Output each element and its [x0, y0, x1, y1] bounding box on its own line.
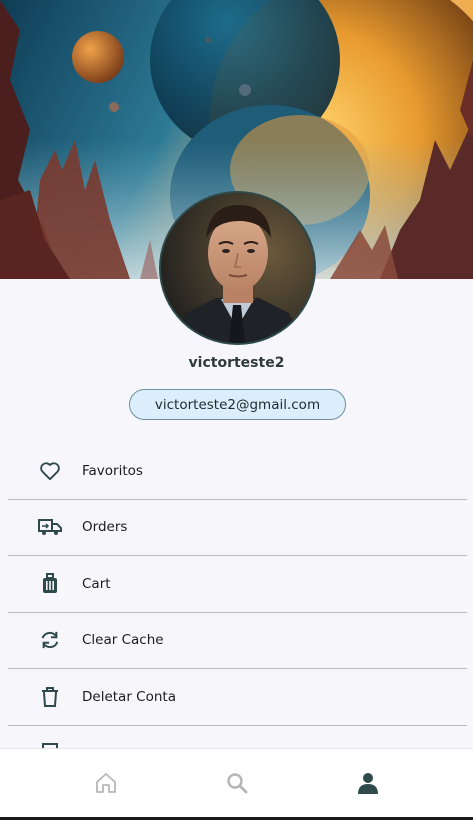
nav-home[interactable] — [66, 757, 146, 813]
menu-item-deletar-conta[interactable]: Deletar Conta — [8, 669, 467, 726]
refresh-icon — [38, 628, 62, 652]
menu-item-label: Cart — [82, 575, 111, 592]
search-icon — [225, 771, 249, 799]
trash-icon — [38, 685, 62, 709]
menu-item-cart[interactable]: Cart — [8, 556, 467, 613]
menu-item-orders[interactable]: Orders — [8, 500, 467, 556]
menu-item-label: Deletar Conta — [82, 688, 176, 705]
avatar[interactable] — [159, 191, 316, 345]
luggage-icon — [38, 572, 62, 596]
heart-icon — [38, 459, 62, 483]
nav-profile[interactable] — [328, 757, 408, 813]
email-chip: victorteste2@gmail.com — [129, 389, 346, 420]
home-icon — [94, 771, 118, 799]
username: victorteste2 — [188, 355, 285, 371]
email-text: victorteste2@gmail.com — [154, 396, 321, 413]
menu-item-favoritos[interactable]: Favoritos — [8, 443, 467, 500]
truck-icon — [38, 515, 62, 539]
person-icon — [356, 771, 380, 799]
menu-item-label: Favoritos — [82, 462, 143, 479]
menu-item-label: Orders — [82, 519, 128, 536]
profile-menu: Favoritos Orders Cart Clear Cache Deleta… — [8, 443, 467, 766]
profile-photo — [161, 193, 314, 343]
nav-search[interactable] — [197, 757, 277, 813]
bottom-navigation — [0, 748, 473, 820]
menu-item-clear-cache[interactable]: Clear Cache — [8, 613, 467, 669]
menu-item-label: Clear Cache — [82, 632, 164, 649]
